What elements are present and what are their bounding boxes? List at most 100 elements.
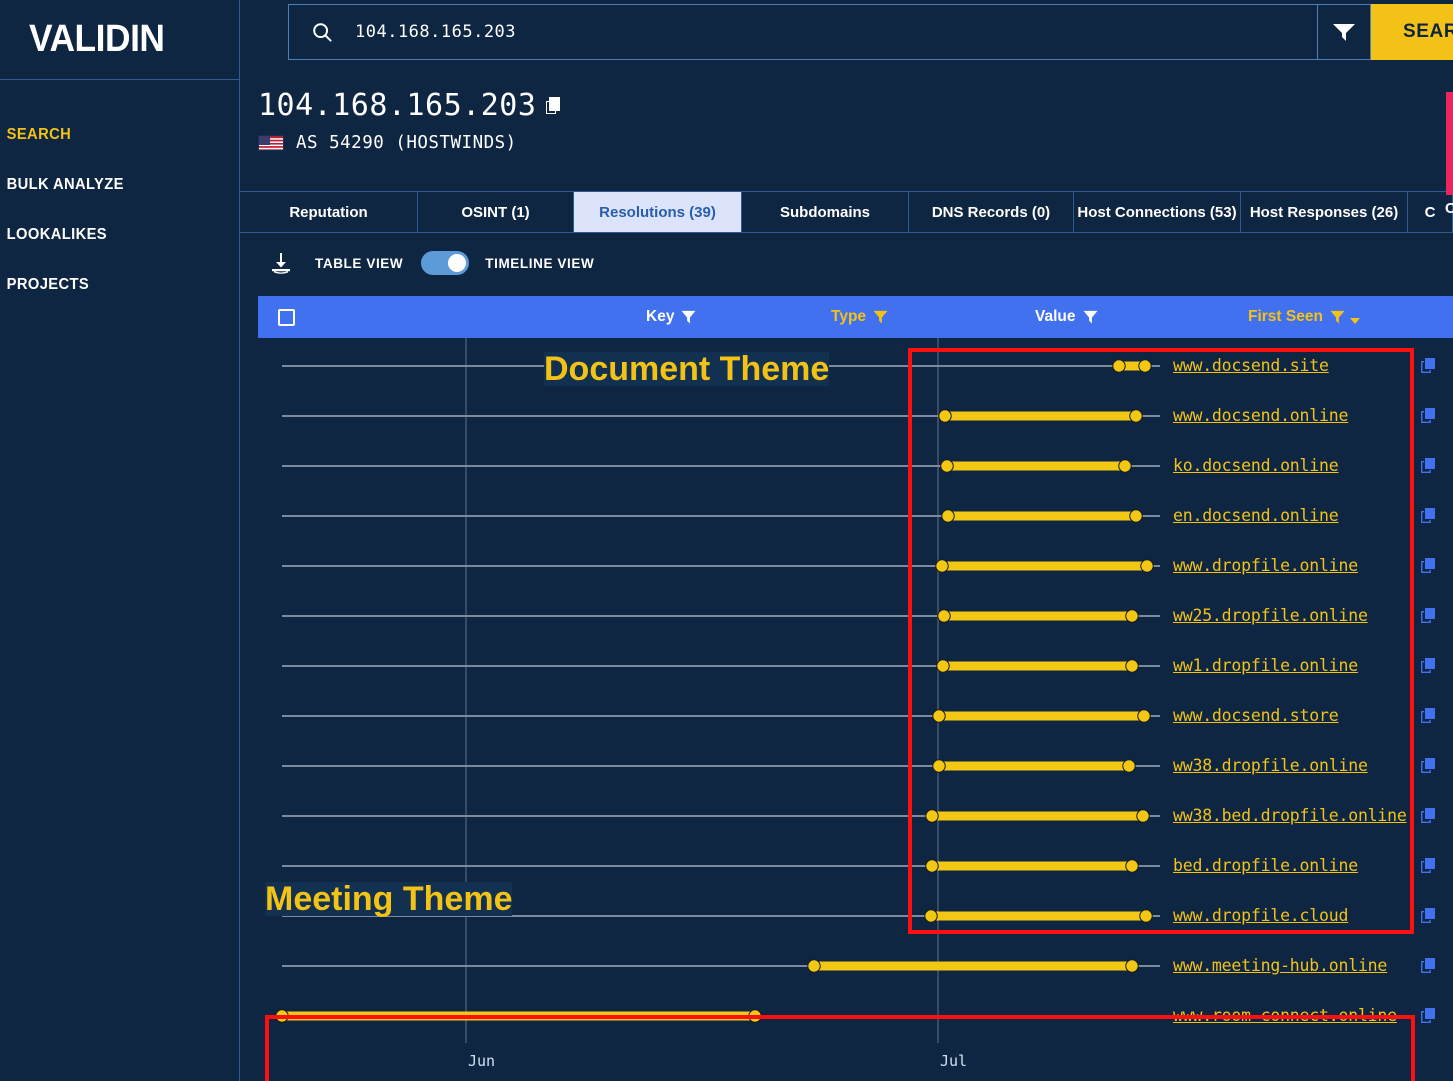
copy-icon[interactable]: [1420, 457, 1436, 474]
column-header-label: Type: [831, 308, 867, 325]
column-header-value[interactable]: Value: [1035, 308, 1098, 326]
logo[interactable]: VALIDIN: [0, 0, 239, 80]
column-header-type[interactable]: Type: [831, 308, 888, 326]
timeline-endpoint: [1122, 759, 1136, 773]
resolution-domain-link[interactable]: www.docsend.online: [1173, 406, 1348, 425]
column-header-label: First Seen: [1248, 308, 1323, 325]
timeline-endpoint: [1125, 959, 1139, 973]
tab-reputation[interactable]: Reputation: [240, 192, 418, 232]
timeline-endpoint: [1125, 609, 1139, 623]
timeline-endpoint: [1125, 859, 1139, 873]
copy-icon[interactable]: [1420, 357, 1436, 374]
column-filter-icon[interactable]: [681, 310, 696, 324]
timeline-endpoint: [1140, 559, 1154, 573]
copy-icon[interactable]: [1420, 757, 1436, 774]
search-input[interactable]: [355, 22, 1155, 42]
us-flag-icon: [258, 135, 284, 151]
column-header-first-seen[interactable]: First Seen: [1248, 308, 1361, 326]
tab-host-responses-26[interactable]: Host Responses (26): [1241, 192, 1408, 232]
resolution-domain-link[interactable]: www.docsend.site: [1173, 356, 1329, 375]
resolution-domain-link[interactable]: www.dropfile.online: [1173, 556, 1358, 575]
view-mode-toggle[interactable]: [421, 251, 470, 275]
tab-dns-records-0[interactable]: DNS Records (0): [909, 192, 1074, 232]
table-view-label[interactable]: TABLE VIEW: [315, 256, 403, 271]
ip-address: 104.168.165.203: [258, 88, 537, 123]
tab-label: Reputation: [289, 203, 368, 221]
table-header-row: KeyTypeValueFirst SeenLast Seen: [258, 296, 1453, 338]
page-title: 104.168.165.203: [258, 88, 562, 123]
timeline-endpoint: [1125, 659, 1139, 673]
column-filter-icon[interactable]: [1083, 310, 1098, 324]
sidebar-nav: SEARCH BULK ANALYZE LOOKALIKES PROJECTS: [0, 110, 239, 310]
timeline-endpoint: [932, 709, 946, 723]
sidebar-item-lookalikes[interactable]: LOOKALIKES: [0, 210, 227, 260]
copy-icon[interactable]: [1420, 857, 1436, 874]
copy-icon[interactable]: [1420, 807, 1436, 824]
copy-icon[interactable]: [1420, 907, 1436, 924]
copy-icon[interactable]: [1420, 607, 1436, 624]
copy-icon[interactable]: [1420, 657, 1436, 674]
tab-overflow-label[interactable]: C: [1445, 200, 1453, 217]
column-filter-icon[interactable]: [1330, 310, 1345, 324]
search-filter-button[interactable]: [1318, 4, 1371, 60]
timeline-endpoint: [275, 1009, 289, 1023]
copy-icon[interactable]: [1420, 707, 1436, 724]
timeline-endpoint: [932, 759, 946, 773]
tab-label: Host Connections (53): [1077, 203, 1237, 221]
sidebar-item-search[interactable]: SEARCH: [0, 110, 227, 160]
timeline-endpoint: [938, 409, 952, 423]
logo-text: VALIDIN: [29, 18, 165, 60]
search-button[interactable]: SEARCH: [1371, 4, 1453, 60]
select-all-checkbox[interactable]: [278, 308, 295, 326]
resolution-domain-link[interactable]: www.dropfile.cloud: [1173, 906, 1348, 925]
copy-icon[interactable]: [544, 96, 562, 116]
timeline-endpoint: [941, 509, 955, 523]
timeline-endpoint: [1112, 359, 1126, 373]
sidebar-item-bulk-analyze[interactable]: BULK ANALYZE: [0, 160, 227, 210]
tab-bar: Reputation OSINT (1) Resolutions (39) Subdo…: [240, 191, 1453, 233]
resolution-domain-link[interactable]: www.docsend.store: [1173, 706, 1339, 725]
download-icon[interactable]: [269, 251, 293, 275]
timeline-endpoint: [1138, 359, 1152, 373]
resolution-domain-link[interactable]: ww38.dropfile.online: [1173, 756, 1368, 775]
tab-label: Subdomains: [779, 203, 870, 221]
sort-chevron-down-icon[interactable]: [1349, 316, 1361, 326]
tab-osint-1[interactable]: OSINT (1): [418, 192, 574, 232]
resolution-domain-link[interactable]: bed.dropfile.online: [1173, 856, 1358, 875]
tab-label: OSINT (1): [461, 203, 530, 221]
search-icon: [313, 23, 332, 42]
tab-host-connections-53[interactable]: Host Connections (53): [1074, 192, 1241, 232]
funnel-icon: [1333, 24, 1355, 41]
timeline-endpoint: [925, 859, 939, 873]
resolution-domain-link[interactable]: ww38.bed.dropfile.online: [1173, 806, 1407, 825]
copy-icon[interactable]: [1420, 507, 1436, 524]
copy-icon[interactable]: [1420, 407, 1436, 424]
tab-label: Host Responses (26): [1249, 203, 1399, 221]
tab-resolutions-39[interactable]: Resolutions (39): [574, 192, 742, 232]
timeline-endpoint: [937, 609, 951, 623]
copy-icon[interactable]: [1420, 1007, 1436, 1024]
sidebar-item-projects[interactable]: PROJECTS: [0, 260, 227, 310]
tab-label: DNS Records (0): [931, 203, 1051, 221]
resolution-domain-link[interactable]: www.meeting-hub.online: [1173, 956, 1387, 975]
timeline-endpoint: [1129, 409, 1143, 423]
timeline-endpoint: [748, 1009, 762, 1023]
copy-icon[interactable]: [1420, 957, 1436, 974]
asn-text: AS 54290 (HOSTWINDS): [296, 133, 517, 153]
resolution-domain-link[interactable]: en.docsend.online: [1173, 506, 1339, 525]
search-box[interactable]: [288, 4, 1318, 60]
resolution-domain-link[interactable]: www.room-connect.online: [1173, 1006, 1397, 1025]
resolution-domain-link[interactable]: ww1.dropfile.online: [1173, 656, 1358, 675]
timeline-endpoint: [925, 809, 939, 823]
view-toolbar: TABLE VIEW TIMELINE VIEW: [240, 234, 1453, 292]
resolution-domain-link[interactable]: ww25.dropfile.online: [1173, 606, 1368, 625]
resolutions-timeline-chart: www.docsend.site www.docsend.online ko.doc…: [258, 338, 1453, 1081]
resolution-domain-link[interactable]: ko.docsend.online: [1173, 456, 1339, 475]
timeline-view-label[interactable]: TIMELINE VIEW: [485, 256, 594, 271]
tab-subdomains[interactable]: Subdomains: [742, 192, 909, 232]
page-scrollbar[interactable]: [1446, 92, 1453, 195]
column-filter-icon[interactable]: [873, 310, 888, 324]
timeline-endpoint: [807, 959, 821, 973]
copy-icon[interactable]: [1420, 557, 1436, 574]
column-header-key[interactable]: Key: [646, 308, 696, 326]
